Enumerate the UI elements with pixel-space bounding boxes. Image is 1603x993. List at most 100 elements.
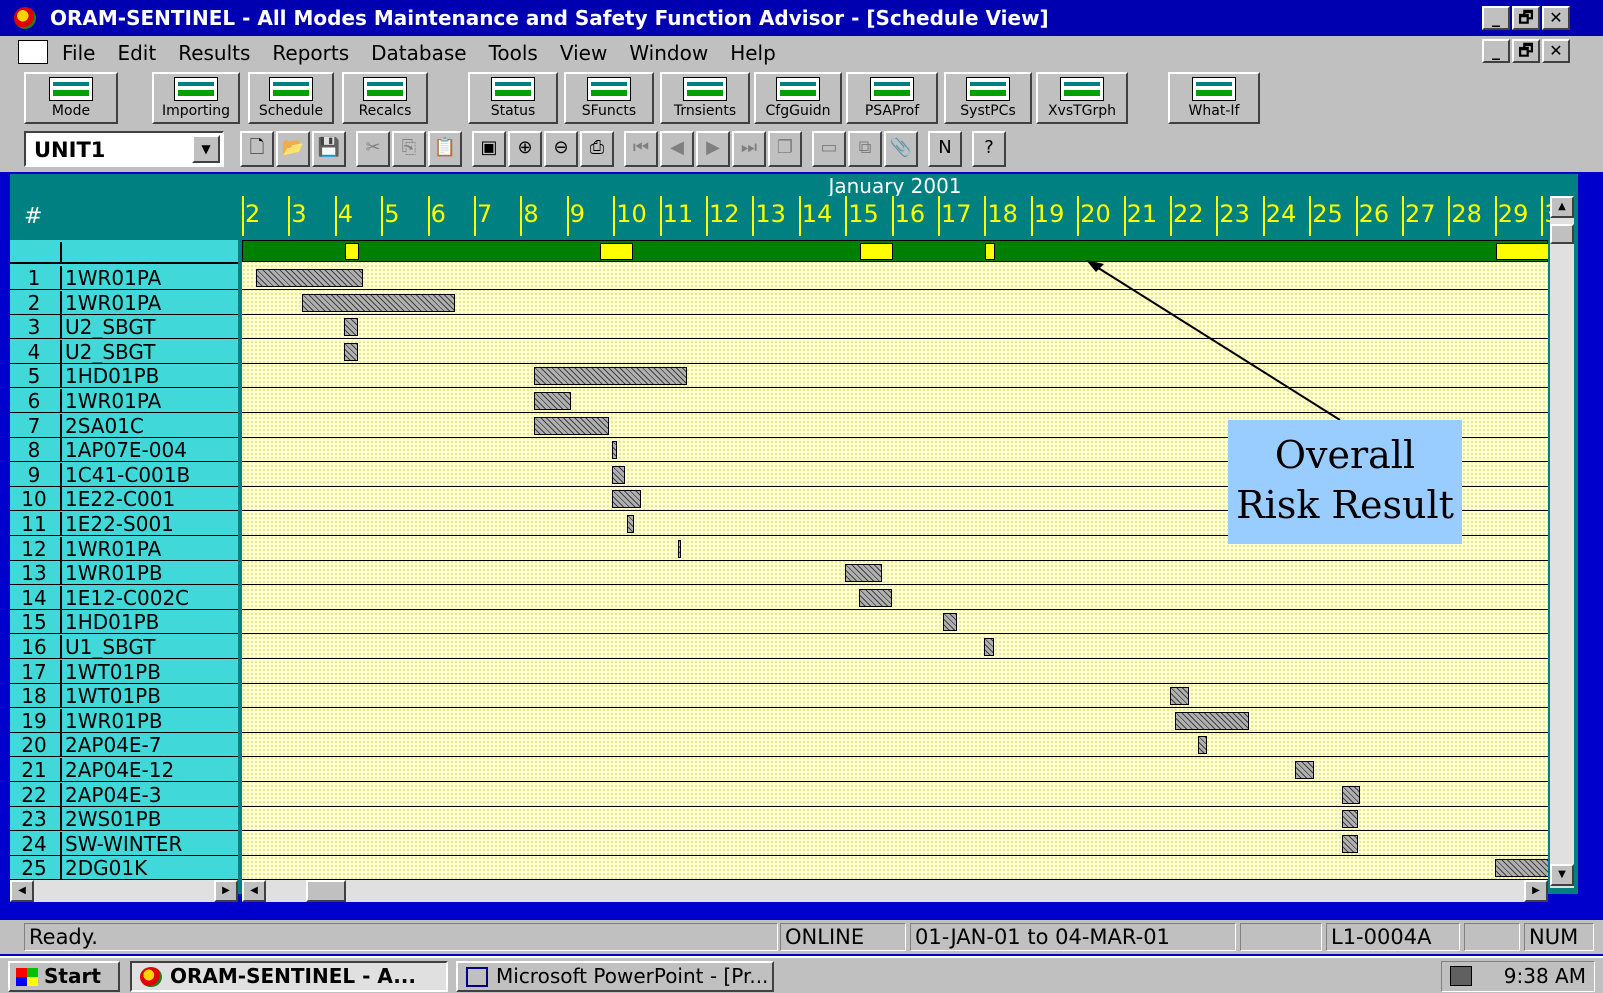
paste-icon[interactable]: 📋	[428, 131, 462, 167]
last-icon[interactable]: ⏭	[732, 131, 766, 167]
app-icon[interactable]	[14, 7, 36, 29]
scroll-up-icon[interactable]: ▲	[1550, 196, 1574, 218]
list-item[interactable]: 1 1WR01PA	[10, 266, 238, 290]
outage-bar[interactable]	[612, 465, 625, 484]
list-item[interactable]: 6 1WR01PA	[10, 389, 238, 413]
first-icon[interactable]: ⏮	[624, 131, 658, 167]
overall-risk-bar[interactable]	[242, 240, 1548, 262]
list-item[interactable]: 5 1HD01PB	[10, 364, 238, 389]
restore-button[interactable]: 🗗	[1512, 6, 1540, 30]
grid-scroll-thumb[interactable]	[306, 880, 346, 902]
window-icon[interactable]: ▣	[472, 131, 506, 167]
menu-tools[interactable]: Tools	[489, 41, 538, 65]
trnsients-button[interactable]: Trnsients	[660, 72, 750, 124]
outage-bar[interactable]	[612, 441, 617, 460]
save-icon[interactable]: 💾	[312, 131, 346, 167]
list-item[interactable]: 24 SW-WINTER	[10, 831, 238, 856]
schedule-button[interactable]: Schedule	[248, 72, 334, 124]
outage-bar[interactable]	[534, 416, 609, 435]
outage-bar[interactable]	[627, 515, 635, 533]
list-item[interactable]: 14 1E12-C002C	[10, 585, 238, 610]
open-folder-icon[interactable]: 📂	[276, 131, 310, 167]
start-button[interactable]: Start	[8, 961, 120, 992]
outage-bar[interactable]	[1197, 736, 1208, 755]
list-item[interactable]: 16 U1_SBGT	[10, 635, 238, 659]
menu-results[interactable]: Results	[178, 41, 250, 65]
close-button[interactable]: ✕	[1542, 6, 1570, 30]
outage-bar[interactable]	[1174, 711, 1249, 730]
print-icon[interactable]: ⎙	[580, 131, 614, 167]
outage-bar[interactable]	[1341, 834, 1358, 853]
list-item[interactable]: 10 1E22-C001	[10, 487, 238, 512]
doc-close-button[interactable]: ✕	[1542, 39, 1570, 63]
cfgguidn-button[interactable]: CfgGuidn	[754, 72, 842, 124]
outage-bar[interactable]	[984, 638, 994, 656]
outage-bar[interactable]	[534, 392, 572, 410]
status-button[interactable]: Status	[468, 72, 558, 124]
outage-bar[interactable]	[302, 293, 456, 312]
outage-bar[interactable]	[1341, 810, 1358, 829]
outage-bar[interactable]	[344, 342, 358, 361]
list-item[interactable]: 7 2SA01C	[10, 413, 238, 438]
doc-minimize-button[interactable]: _	[1482, 39, 1510, 63]
network-icon[interactable]	[1450, 966, 1472, 986]
chevron-down-icon[interactable]: ▼	[192, 135, 220, 163]
menu-file[interactable]: File	[62, 41, 95, 65]
outage-bar[interactable]	[344, 318, 358, 337]
what-if-button[interactable]: What-If	[1168, 72, 1260, 124]
grid-scroll-right-icon[interactable]: ▶	[1524, 880, 1548, 902]
help-icon[interactable]: ?	[972, 131, 1006, 167]
psaprof-button[interactable]: PSAProf	[846, 72, 938, 124]
scroll-thumb[interactable]	[1550, 224, 1574, 244]
prev-icon[interactable]: ◀	[660, 131, 694, 167]
list-item[interactable]: 2 1WR01PA	[10, 290, 238, 315]
vertical-scrollbar[interactable]: ▲ ▼	[1550, 196, 1574, 888]
list-item[interactable]: 17 1WT01PB	[10, 659, 238, 684]
menu-view[interactable]: View	[560, 41, 607, 65]
recalcs-button[interactable]: Recalcs	[342, 72, 428, 124]
menu-edit[interactable]: Edit	[117, 41, 156, 65]
grid-horizontal-scrollbar[interactable]: ◀ ▶	[242, 880, 1548, 902]
list-item[interactable]: 21 2AP04E-12	[10, 758, 238, 782]
risk-high-segment[interactable]	[345, 243, 359, 260]
outage-bar[interactable]	[845, 564, 883, 583]
scroll-left-icon[interactable]: ◀	[10, 880, 34, 902]
list-item[interactable]: 9 1C41-C001B	[10, 462, 238, 487]
xvstgrph-button[interactable]: XvsTGrph	[1036, 72, 1128, 124]
blank-icon[interactable]: ▭	[812, 131, 846, 167]
list-item[interactable]: 25 2DG01K	[10, 856, 238, 881]
document-icon[interactable]	[18, 40, 48, 64]
outage-bar[interactable]	[1341, 785, 1361, 804]
copy-window-icon[interactable]: ⧉	[848, 131, 882, 167]
list-item[interactable]: 22 2AP04E-3	[10, 782, 238, 807]
list-item[interactable]: 4 U2_SBGT	[10, 339, 238, 364]
zoom-out-icon[interactable]: ⊖	[544, 131, 578, 167]
task-powerpoint[interactable]: Microsoft PowerPoint - [Pr...	[456, 961, 774, 992]
gantt-grid[interactable]	[242, 240, 1548, 880]
menu-window[interactable]: Window	[629, 41, 708, 65]
outage-bar[interactable]	[942, 613, 957, 632]
list-item[interactable]: 3 U2_SBGT	[10, 315, 238, 340]
clipboard-icon[interactable]: 📎	[884, 131, 918, 167]
zoom-in-icon[interactable]: ⊕	[508, 131, 542, 167]
n-icon[interactable]: N	[928, 131, 962, 167]
outage-bar[interactable]	[678, 539, 682, 558]
risk-high-segment[interactable]	[1495, 243, 1548, 260]
task-oram-sentinel[interactable]: ORAM-SENTINEL - A...	[130, 961, 448, 992]
outage-bar[interactable]	[612, 490, 642, 509]
systpcs-button[interactable]: SystPCs	[944, 72, 1032, 124]
list-item[interactable]: 15 1HD01PB	[10, 610, 238, 635]
importing-button[interactable]: Importing	[152, 72, 240, 124]
copy-icon[interactable]: ⎘	[392, 131, 426, 167]
list-item[interactable]: 18 1WT01PB	[10, 684, 238, 709]
list-item[interactable]: 11 1E22-S001	[10, 512, 238, 536]
list-item[interactable]: 8 1AP07E-004	[10, 438, 238, 463]
outage-bar[interactable]	[1494, 859, 1548, 878]
outage-bar[interactable]	[1170, 687, 1189, 706]
scroll-right-icon[interactable]: ▶	[214, 880, 238, 902]
mode-button[interactable]: Mode	[24, 72, 118, 124]
minimize-button[interactable]: _	[1482, 6, 1510, 30]
outage-bar[interactable]	[255, 269, 363, 287]
stack-icon[interactable]: ❐	[768, 131, 802, 167]
list-item[interactable]: 13 1WR01PB	[10, 561, 238, 586]
